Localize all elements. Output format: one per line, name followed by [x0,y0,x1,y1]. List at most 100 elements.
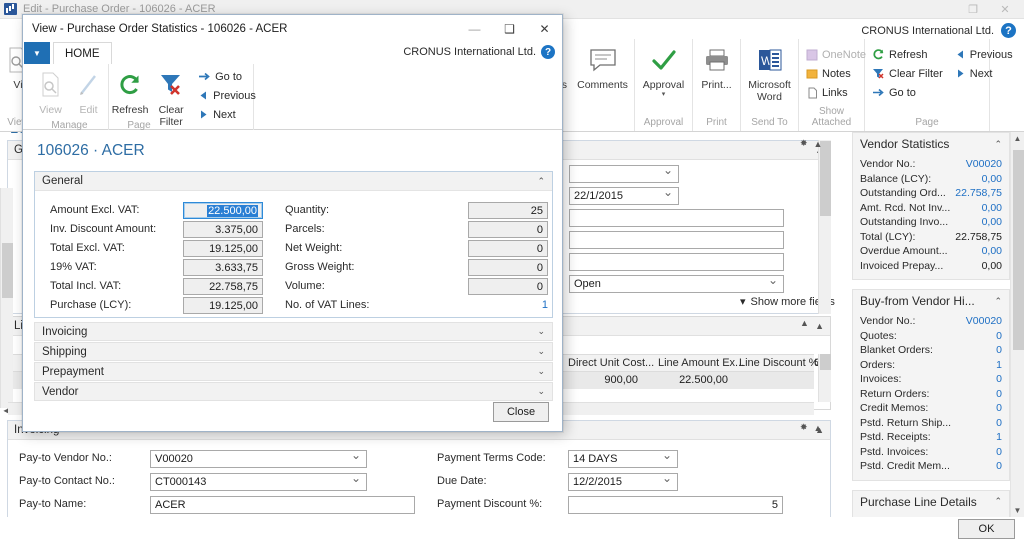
ok-button[interactable]: OK [958,519,1015,539]
factbox-row-value[interactable]: 0,00 [982,202,1002,214]
ribbon-button-approval[interactable]: Approval ▾ [635,39,693,98]
dialog-ribbon-button-edit[interactable]: Edit [70,64,108,116]
dialog-fasttab-prepayment[interactable]: Prepayment ⌄ [34,362,553,381]
lines-scrollbar[interactable] [818,354,831,402]
factbox-row-value[interactable]: 0 [996,417,1002,429]
factbox-row-value[interactable]: 0 [996,388,1002,400]
factbox-row-value[interactable]: 0 [996,446,1002,458]
pay-to-contact-no-field[interactable]: CT000143 [150,471,367,491]
dialog-fasttab-invoicing[interactable]: Invoicing ⌄ [34,322,553,341]
help-icon[interactable]: ? [541,45,555,59]
chevron-up-icon[interactable]: ▲ [814,139,823,149]
chevron-down-icon[interactable]: ⌄ [537,386,545,397]
background-field-1[interactable]: 22/1/2015 [569,185,679,205]
total-excl-vat-field[interactable]: 19.125,00 [183,240,263,257]
maximize-icon[interactable]: ❑ [492,15,527,42]
ribbon-button-comments[interactable]: Comments [572,39,634,91]
scrollbar-thumb[interactable] [2,243,13,298]
purchase-lcy-field[interactable]: 19.125,00 [183,297,263,314]
no-of-vat-lines-value[interactable]: 1 [468,299,548,311]
payment-terms-code-field[interactable]: 14 DAYS [568,448,678,468]
chevron-down-icon[interactable]: ⌄ [537,366,545,377]
chevron-up-icon[interactable]: ⌃ [994,139,1002,150]
close-button[interactable]: Close [493,402,549,422]
pin-icon[interactable]: ✸ [800,138,808,149]
restore-icon[interactable]: ❐ [958,0,988,19]
factbox-row-value[interactable]: 0 [996,330,1002,342]
lines-col-direct-unit-cost[interactable]: Direct Unit Cost... [568,357,654,369]
inv-discount-amount-field[interactable]: 3.375,00 [183,221,263,238]
factbox-row-value[interactable]: V00020 [966,158,1002,170]
total-incl-vat-field[interactable]: 22.758,75 [183,278,263,295]
factbox-row-value[interactable]: 0 [996,373,1002,385]
vat-percent-field[interactable]: 3.633,75 [183,259,263,276]
dialog-ribbon-button-refresh[interactable]: Refresh [109,64,151,116]
factbox-scrollbar[interactable]: ▲ ▼ [1010,132,1024,517]
dialog-ribbon-button-next[interactable]: Next [195,105,259,124]
ribbon-button-refresh[interactable]: Refresh [869,45,946,64]
tab-home[interactable]: HOME [53,42,112,64]
close-icon[interactable]: ✕ [990,0,1020,19]
dialog-ribbon-button-previous[interactable]: Previous [195,86,259,105]
factbox-row-value[interactable]: V00020 [966,315,1002,327]
dialog-ribbon-button-go-to[interactable]: Go to [195,67,259,86]
volume-field[interactable]: 0 [468,278,548,295]
ribbon-button-next[interactable]: Next [952,64,1016,83]
chevron-down-icon[interactable]: ⌄ [537,326,545,337]
minimize-icon[interactable]: — [457,15,492,42]
factbox-row-value[interactable]: 22.758,75 [955,187,1002,199]
lines-col-line-amount[interactable]: Line Amount Ex... [658,357,744,369]
ribbon-button-notes[interactable]: Notes [803,64,869,83]
factbox-row-value[interactable]: 0,00 [982,216,1002,228]
factbox-buy-from-vendor-history-header[interactable]: Buy-from Vendor Hi... ⌃ [853,290,1009,312]
dialog-ribbon-button-clear-filter[interactable]: Clear Filter [151,64,191,128]
scroll-down-icon[interactable]: ▼ [1011,504,1024,517]
background-field-status[interactable]: Open [569,273,784,293]
dialog-fasttab-shipping[interactable]: Shipping ⌄ [34,342,553,361]
factbox-vendor-statistics-header[interactable]: Vendor Statistics ⌃ [853,133,1009,155]
scrollbar-thumb[interactable] [820,141,831,216]
gross-weight-field[interactable]: 0 [468,259,548,276]
payment-discount-pct-field[interactable]: 5 [568,496,783,514]
factbox-row-value[interactable]: 1 [996,359,1002,371]
close-icon[interactable]: ✕ [527,15,562,42]
chevron-down-icon[interactable]: ⌄ [537,346,545,357]
ribbon-button-onenote[interactable]: OneNote [803,45,869,64]
pay-to-name-field[interactable]: ACER [150,496,415,514]
application-menu-button[interactable]: ▼ [24,42,50,64]
ribbon-button-go-to[interactable]: Go to [869,83,946,102]
ribbon-button-links[interactable]: Links [803,83,869,102]
page-scrollbar-left[interactable] [0,188,13,408]
chevron-up-icon[interactable]: ⌃ [537,176,545,187]
factbox-row-value[interactable]: 0 [996,344,1002,356]
dialog-fasttab-vendor[interactable]: Vendor ⌄ [34,382,553,401]
general-scrollbar[interactable] [818,140,831,314]
chevron-up-icon[interactable]: ▲ [815,321,824,331]
ribbon-button-previous[interactable]: Previous [952,45,1016,64]
chevron-down-icon[interactable]: ▾ [662,91,666,98]
chevron-up-icon[interactable]: ▲ [814,423,823,433]
parcels-field[interactable]: 0 [468,221,548,238]
net-weight-field[interactable]: 0 [468,240,548,257]
background-field-2[interactable] [569,209,784,227]
ribbon-button-microsoft-word[interactable]: W Microsoft Word [741,39,799,103]
scrollbar-thumb[interactable] [820,354,831,370]
background-field-0[interactable] [569,163,679,183]
factbox-row-value[interactable]: 1 [996,431,1002,443]
background-field-4[interactable] [569,253,784,271]
chevron-up-icon[interactable]: ⌃ [994,296,1002,307]
factbox-row-value[interactable]: 0,00 [982,245,1002,257]
help-icon[interactable]: ? [1001,23,1016,38]
dialog-general-header[interactable]: General ⌃ [35,172,552,191]
pay-to-vendor-no-field[interactable]: V00020 [150,448,367,468]
factbox-row-value[interactable]: 0 [996,402,1002,414]
factbox-purchase-line-details-header[interactable]: Purchase Line Details ⌃ [853,490,1009,513]
scroll-up-icon[interactable]: ▲ [1011,132,1024,145]
ribbon-button-clear-filter[interactable]: Clear Filter [869,64,946,83]
factbox-row-value[interactable]: 0 [996,460,1002,472]
chevron-up-icon[interactable]: ▲ [800,318,809,328]
background-field-3[interactable] [569,231,784,249]
factbox-row-value[interactable]: 0,00 [982,173,1002,185]
chevron-up-icon[interactable]: ⌃ [994,496,1002,507]
quantity-field[interactable]: 25 [468,202,548,219]
